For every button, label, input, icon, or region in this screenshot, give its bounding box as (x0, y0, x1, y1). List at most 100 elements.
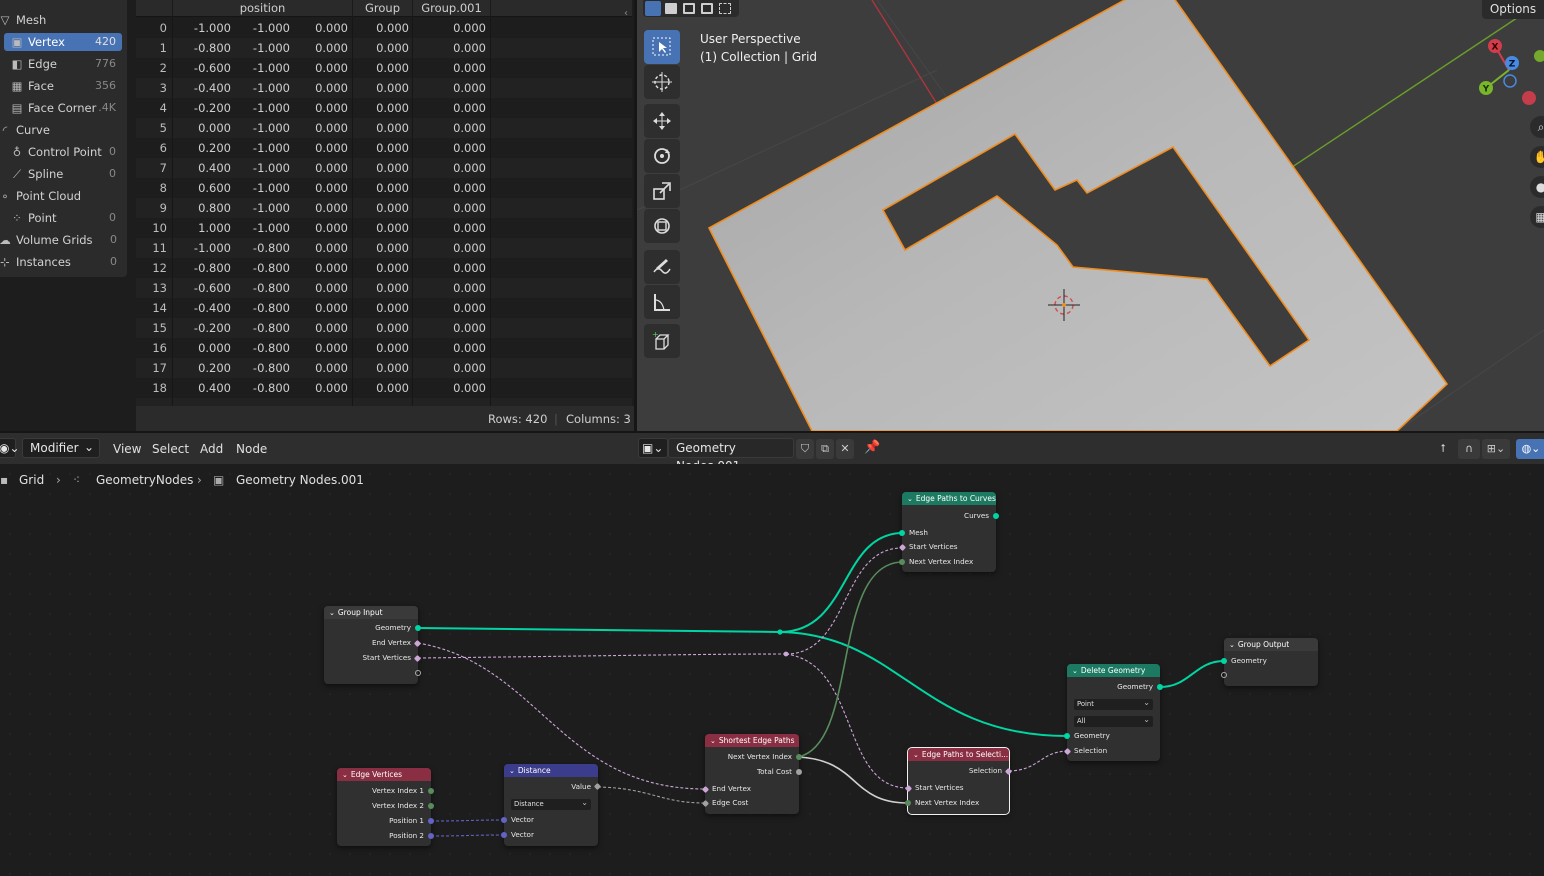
3d-viewport[interactable]: + User Perspective (1) Collection | Grid… (637, 0, 1544, 431)
options-button[interactable]: Options (1482, 0, 1544, 19)
node-editor-canvas[interactable]: ▪ Grid › ⁖ GeometryNodes › ▣ Geometry No… (0, 464, 1544, 876)
output-socket-empty[interactable] (415, 670, 421, 676)
move-tool-button[interactable] (644, 104, 680, 138)
node-edge-paths-to-curves[interactable]: ⌄ Edge Paths to Curves Curves Mesh Start … (898, 492, 999, 572)
output-socket-curves[interactable] (993, 513, 999, 519)
input-socket-geometry[interactable] (1064, 733, 1070, 739)
select-new-icon[interactable] (665, 3, 677, 14)
menu-select[interactable]: Select (152, 442, 189, 456)
duplicate-icon[interactable]: ⧉ (816, 439, 834, 459)
socket-label: Mesh (909, 528, 928, 537)
select-extend-icon[interactable] (683, 3, 695, 14)
output-socket-vertex-index-2[interactable] (428, 803, 434, 809)
node-shortest-edge-paths[interactable]: ⌄ Shortest Edge Paths Next Vertex Index T… (701, 734, 802, 814)
node-edge-vertices[interactable]: ⌄ Edge Vertices Vertex Index 1 Vertex Ind… (337, 768, 434, 846)
socket-label: Position 1 (389, 816, 424, 825)
socket-label: Selection (1074, 746, 1108, 755)
add-cube-tool-button[interactable]: + (644, 324, 680, 358)
column-header-group[interactable]: Group (353, 0, 413, 17)
node-edge-paths-to-selection[interactable]: ⌄ Edge Paths to Selecti... Selection Star… (904, 747, 1013, 815)
table-cell: 0.200 (198, 361, 231, 375)
collapse-chevron-icon[interactable]: ⌄ (342, 769, 348, 782)
dataset-item-point-cloud[interactable]: ∘ Point Cloud (0, 187, 123, 205)
navigation-gizmo[interactable]: X Z Y (1475, 36, 1544, 110)
fake-user-shield-icon[interactable]: ⛉ (796, 439, 814, 459)
dataset-item-control-point[interactable]: ♁ Control Point 0 (4, 143, 122, 161)
context-dropdown[interactable]: Modifier ⌄ (22, 438, 100, 458)
node-distance[interactable]: ⌄Distance Value Distance Vector Vector (501, 764, 602, 846)
dataset-item-face[interactable]: ▦ Face 356 (4, 77, 122, 95)
row-index: 6 (159, 141, 167, 155)
pin-icon[interactable]: 📌 (864, 440, 880, 455)
output-socket-next-vertex-index[interactable] (796, 754, 802, 760)
collapse-chevron-icon[interactable]: ⌄ (913, 749, 919, 762)
table-cell: -1.000 (193, 21, 231, 35)
measure-tool-button[interactable] (644, 285, 680, 319)
editor-type-dropdown[interactable]: ◉⌄ (0, 438, 20, 458)
menu-node[interactable]: Node (236, 442, 267, 456)
table-cell: 0.000 (315, 81, 348, 95)
collapse-arrow-icon[interactable]: ‹ (624, 8, 628, 19)
output-socket-geometry[interactable] (415, 625, 421, 631)
collapse-chevron-icon[interactable]: ⌄ (509, 765, 515, 778)
annotate-tool-button[interactable] (644, 250, 680, 284)
dataset-item-curve[interactable]: ◜ Curve (0, 121, 123, 139)
collapse-chevron-icon[interactable]: ⌄ (1072, 665, 1078, 678)
output-socket-position-2[interactable] (428, 833, 434, 839)
overlay-toggle-dropdown[interactable]: ◍⌄ (1516, 439, 1544, 459)
dataset-item-point[interactable]: ⁘ Point 0 (4, 209, 122, 227)
select-tool-button[interactable] (644, 30, 680, 64)
cursor-tool-button[interactable] (644, 65, 680, 99)
input-socket-mesh[interactable] (899, 530, 905, 536)
dataset-item-face-corner[interactable]: ▤ Face Corner .4K (4, 99, 122, 117)
output-socket-total-cost[interactable] (796, 769, 802, 775)
node-group-input[interactable]: ⌄ Group Input Geometry End Vertex Start V… (324, 606, 422, 684)
3d-cursor-icon (652, 72, 672, 92)
column-header-group-001[interactable]: Group.001 (413, 0, 491, 17)
distance-mode-select[interactable]: Distance (511, 797, 591, 810)
collapse-chevron-icon[interactable]: ⌄ (907, 493, 913, 506)
collapse-chevron-icon[interactable]: ⌄ (329, 607, 335, 620)
collapse-chevron-icon[interactable]: ⌄ (710, 735, 716, 748)
input-socket-geometry[interactable] (1221, 658, 1227, 664)
input-socket-empty[interactable] (1221, 672, 1227, 678)
node-delete-geometry[interactable]: ⌄Delete Geometry Geometry Point All Geom… (1063, 664, 1163, 761)
menu-add[interactable]: Add (200, 442, 223, 456)
select-invert-icon[interactable] (719, 3, 731, 14)
snap-element-dropdown[interactable]: ⊞⌄ (1482, 439, 1510, 459)
domain-select[interactable]: Point (1074, 697, 1153, 710)
select-subtract-icon[interactable] (701, 3, 713, 14)
unlink-close-icon[interactable]: ✕ (836, 439, 854, 459)
node-group-output[interactable]: ⌄ Group Output Geometry (1221, 638, 1318, 686)
scale-tool-button[interactable] (644, 174, 680, 208)
select-box-mode-icon[interactable] (645, 1, 661, 16)
output-socket-geometry[interactable] (1157, 684, 1163, 690)
input-socket-vector-b[interactable] (501, 832, 507, 838)
column-header-position[interactable]: position (173, 0, 353, 17)
collapse-chevron-icon[interactable]: ⌄ (1229, 639, 1235, 652)
dataset-item-volume-grids[interactable]: ☁ Volume Grids 0 (0, 231, 123, 249)
dataset-item-instances[interactable]: ⊹ Instances 0 (0, 253, 123, 271)
input-socket-vector-a[interactable] (501, 817, 507, 823)
input-socket-next-vertex-index[interactable] (905, 800, 911, 806)
mesh-icon: ▽ (0, 13, 10, 27)
transform-tool-button[interactable] (644, 209, 680, 243)
menu-view[interactable]: View (113, 442, 141, 456)
table-cell: -0.800 (252, 341, 290, 355)
dataset-item-edge[interactable]: ◧ Edge 776 (4, 55, 122, 73)
dataset-item-mesh[interactable]: ▽ Mesh (0, 11, 123, 29)
snap-magnet-icon[interactable]: ∩ (1458, 439, 1480, 459)
parent-node-tree-icon[interactable]: ⭡ (1434, 439, 1452, 459)
node-group-name-field[interactable]: Geometry Nodes.001 (668, 438, 794, 473)
dataset-item-spline[interactable]: ⟋ Spline 0 (4, 165, 122, 183)
table-cell: 0.000 (453, 321, 486, 335)
output-socket-vertex-index-1[interactable] (428, 788, 434, 794)
mode-select[interactable]: All (1074, 714, 1153, 727)
output-socket-position-1[interactable] (428, 818, 434, 824)
table-cell: 0.000 (376, 281, 409, 295)
node-group-browse-dropdown[interactable]: ▣⌄ (638, 438, 668, 458)
socket-label: Vector (511, 815, 534, 824)
dataset-item-vertex[interactable]: ▣ Vertex 420 (4, 33, 122, 51)
rotate-tool-button[interactable] (644, 139, 680, 173)
input-socket-next-vertex-index[interactable] (899, 559, 905, 565)
